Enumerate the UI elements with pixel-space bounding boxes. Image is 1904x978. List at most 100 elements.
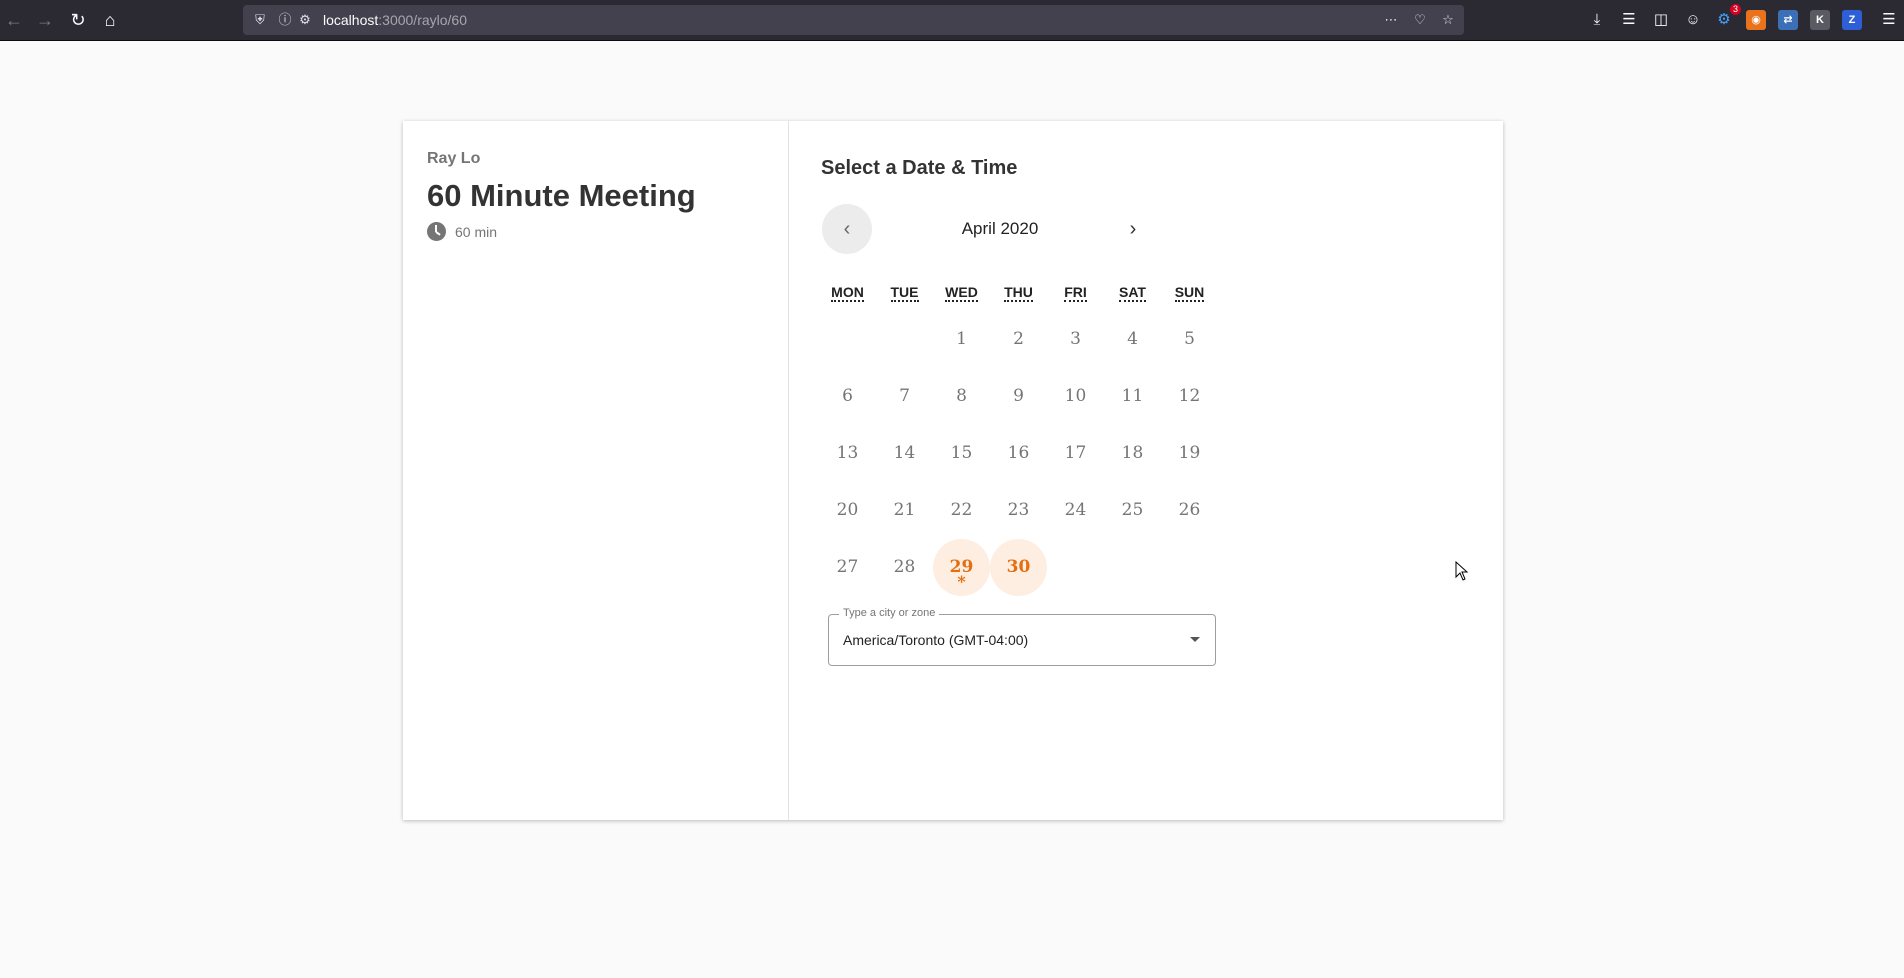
calendar-day-20: 20 xyxy=(819,482,876,539)
url-text[interactable]: localhost:3000/raylo/60 xyxy=(323,12,467,28)
more-actions-icon[interactable]: ⋯ xyxy=(1382,11,1400,29)
day-number: 14 xyxy=(893,443,916,463)
clock-icon xyxy=(427,222,446,241)
calendar-day-9: 9 xyxy=(990,368,1047,425)
timezone-label: Type a city or zone xyxy=(839,607,940,619)
library-icon[interactable]: ☰ xyxy=(1618,9,1640,31)
day-number: 30 xyxy=(1006,557,1031,577)
calendar-day-30[interactable]: 30 xyxy=(990,539,1047,596)
calendar-day-2: 2 xyxy=(990,311,1047,368)
day-number: 6 xyxy=(842,386,853,406)
calendar-day-25: 25 xyxy=(1104,482,1161,539)
calendar-day-19: 19 xyxy=(1161,425,1218,482)
calendar-day-29[interactable]: 29 * xyxy=(933,539,990,596)
month-label: April 2020 xyxy=(961,219,1039,238)
calendar-day-6: 6 xyxy=(819,368,876,425)
weekday-header-sun: SUN xyxy=(1174,284,1205,302)
sidebar-icon[interactable]: ◫ xyxy=(1650,9,1672,31)
next-month-button[interactable]: › xyxy=(1108,204,1158,254)
permissions-icon[interactable]: ⚙ xyxy=(296,11,314,29)
day-number: 28 xyxy=(893,557,916,577)
day-number: 23 xyxy=(1007,500,1030,520)
day-number: 20 xyxy=(836,500,859,520)
calendar-day-16: 16 xyxy=(990,425,1047,482)
calendar-day-22: 22 xyxy=(933,482,990,539)
day-number: 21 xyxy=(893,500,916,520)
info-icon[interactable]: ⓘ xyxy=(276,11,294,29)
url-path: :3000/raylo/60 xyxy=(378,12,467,28)
back-arrow-icon[interactable]: ← xyxy=(2,8,26,32)
date-time-panel: Select a Date & Time ‹ April 2020 › MON … xyxy=(789,121,1503,820)
weekday-header-wed: WED xyxy=(945,284,978,302)
calendar-day-24: 24 xyxy=(1047,482,1104,539)
home-icon[interactable]: ⌂ xyxy=(98,8,122,32)
timezone-select[interactable]: Type a city or zone America/Toronto (GMT… xyxy=(828,607,1216,666)
weekday-header-fri: FRI xyxy=(1064,284,1087,302)
calendar-day-15: 15 xyxy=(933,425,990,482)
booking-card: Ray Lo 60 Minute Meeting 60 min Select a… xyxy=(403,121,1503,820)
forward-arrow-icon[interactable]: → xyxy=(33,8,57,32)
url-bar[interactable]: ⛨ ⓘ ⚙ localhost:3000/raylo/60 ⋯ ♡ ☆ xyxy=(243,5,1464,35)
browser-toolbar: ← → ↻ ⌂ ⛨ ⓘ ⚙ localhost:3000/raylo/60 ⋯ … xyxy=(0,0,1904,41)
day-number: 24 xyxy=(1064,500,1087,520)
day-number: 10 xyxy=(1064,386,1087,406)
calendar-day-3: 3 xyxy=(1047,311,1104,368)
day-number: 1 xyxy=(956,329,967,349)
day-number: 13 xyxy=(836,443,859,463)
day-number: 17 xyxy=(1064,443,1087,463)
day-number: 18 xyxy=(1121,443,1144,463)
day-number: 11 xyxy=(1121,386,1144,406)
weekday-header-mon: MON xyxy=(831,284,864,302)
calendar-day-11: 11 xyxy=(1104,368,1161,425)
downloads-icon[interactable]: ⤓ xyxy=(1586,9,1608,31)
today-marker: * xyxy=(957,572,966,591)
weekday-header-sat: SAT xyxy=(1119,284,1146,302)
calendar-day-26: 26 xyxy=(1161,482,1218,539)
notification-bell-icon[interactable]: ⚙ 3 xyxy=(1713,4,1741,31)
calendar-day-13: 13 xyxy=(819,425,876,482)
bookmark-star-icon[interactable]: ☆ xyxy=(1439,11,1457,29)
calendar-day-21: 21 xyxy=(876,482,933,539)
day-number: 19 xyxy=(1178,443,1201,463)
extension-fox-icon[interactable]: ◉ xyxy=(1746,10,1766,30)
shield-icon[interactable]: ⛨ xyxy=(251,11,269,29)
day-number: 26 xyxy=(1178,500,1201,520)
calendar-day-28: 28 xyxy=(876,539,933,596)
day-number: 25 xyxy=(1121,500,1144,520)
event-title: 60 Minute Meeting xyxy=(427,178,696,213)
calendar-day-14: 14 xyxy=(876,425,933,482)
day-number: 3 xyxy=(1070,329,1081,349)
extension-translate-icon[interactable]: ⇄ xyxy=(1778,10,1798,30)
calendar-day-27: 27 xyxy=(819,539,876,596)
section-title: Select a Date & Time xyxy=(821,157,1018,179)
day-number: 9 xyxy=(1013,386,1024,406)
notification-count: 3 xyxy=(1730,4,1741,15)
event-details-panel: Ray Lo 60 Minute Meeting 60 min xyxy=(403,121,789,820)
timezone-value: America/Toronto (GMT-04:00) xyxy=(843,632,1029,648)
account-icon[interactable]: ☺ xyxy=(1682,9,1704,31)
menu-hamburger-icon[interactable]: ☰ xyxy=(1878,9,1900,31)
calendar-day-18: 18 xyxy=(1104,425,1161,482)
day-number: 22 xyxy=(950,500,973,520)
day-number: 27 xyxy=(836,557,859,577)
calendar-day-17: 17 xyxy=(1047,425,1104,482)
weekday-header-tue: TUE xyxy=(890,284,919,302)
calendar-day-8: 8 xyxy=(933,368,990,425)
previous-month-button[interactable]: ‹ xyxy=(822,204,872,254)
day-number: 2 xyxy=(1013,329,1024,349)
calendar-day-7: 7 xyxy=(876,368,933,425)
day-number: 8 xyxy=(956,386,967,406)
extension-k-icon[interactable]: K xyxy=(1810,10,1830,30)
url-host: localhost xyxy=(323,12,379,28)
caret-down-icon[interactable] xyxy=(1190,637,1200,642)
pocket-icon[interactable]: ♡ xyxy=(1411,11,1429,29)
day-number: 15 xyxy=(950,443,973,463)
calendar-day-23: 23 xyxy=(990,482,1047,539)
calendar-day-5: 5 xyxy=(1161,311,1218,368)
reload-icon[interactable]: ↻ xyxy=(66,8,90,32)
mouse-cursor-icon xyxy=(1455,561,1469,581)
extension-z-icon[interactable]: Z xyxy=(1842,10,1862,30)
day-number: 5 xyxy=(1184,329,1195,349)
day-number: 4 xyxy=(1127,329,1138,349)
host-name: Ray Lo xyxy=(427,150,481,167)
